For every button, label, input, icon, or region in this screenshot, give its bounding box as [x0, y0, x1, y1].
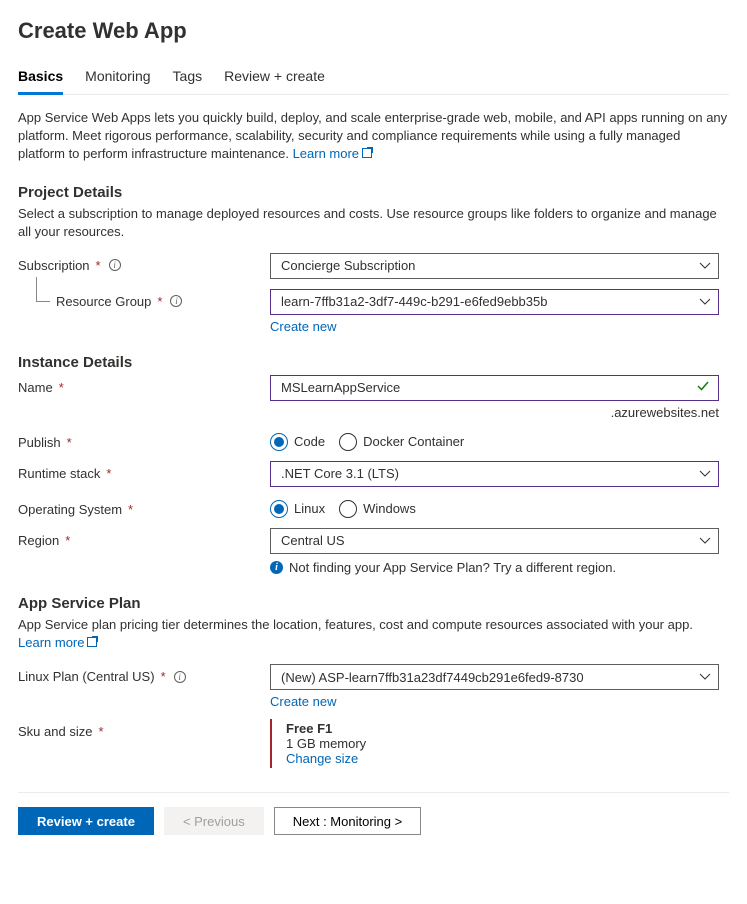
section-project-title: Project Details — [18, 184, 729, 201]
sku-memory: 1 GB memory — [286, 736, 729, 751]
tabs: Basics Monitoring Tags Review + create — [18, 62, 729, 95]
learn-more-link[interactable]: Learn more — [293, 146, 372, 161]
publish-code-label: Code — [294, 434, 325, 449]
intro-text: App Service Web Apps lets you quickly bu… — [18, 109, 729, 164]
next-button[interactable]: Next : Monitoring > — [274, 807, 421, 835]
publish-code-radio[interactable]: Code — [270, 433, 325, 451]
name-label: Name — [18, 380, 53, 395]
runtime-select[interactable]: .NET Core 3.1 (LTS) — [270, 461, 719, 487]
chevron-down-icon — [699, 535, 711, 547]
resource-group-value: learn-7ffb31a2-3df7-449c-b291-e6fed9ebb3… — [281, 294, 547, 309]
check-icon — [696, 379, 710, 396]
subscription-value: Concierge Subscription — [281, 258, 415, 273]
name-input[interactable]: MSLearnAppService — [270, 375, 719, 401]
page-title: Create Web App — [18, 18, 729, 44]
plan-create-new-link[interactable]: Create new — [270, 694, 336, 709]
required-icon: * — [128, 502, 133, 517]
previous-button: < Previous — [164, 807, 264, 835]
required-icon: * — [161, 669, 166, 684]
change-size-link[interactable]: Change size — [286, 751, 358, 766]
sku-box: Free F1 1 GB memory Change size — [270, 719, 729, 768]
required-icon: * — [59, 380, 64, 395]
required-icon: * — [96, 258, 101, 273]
external-link-icon — [87, 637, 97, 647]
runtime-label: Runtime stack — [18, 466, 100, 481]
rg-create-new-link[interactable]: Create new — [270, 319, 336, 334]
info-icon[interactable]: i — [170, 295, 182, 307]
region-select[interactable]: Central US — [270, 528, 719, 554]
os-windows-label: Windows — [363, 501, 416, 516]
region-value: Central US — [281, 533, 345, 548]
tab-basics[interactable]: Basics — [18, 62, 63, 95]
publish-docker-radio[interactable]: Docker Container — [339, 433, 464, 451]
plan-desc-text: App Service plan pricing tier determines… — [18, 617, 693, 632]
required-icon: * — [106, 466, 111, 481]
resource-group-select[interactable]: learn-7ffb31a2-3df7-449c-b291-e6fed9ebb3… — [270, 289, 719, 315]
chevron-down-icon — [699, 296, 711, 308]
runtime-value: .NET Core 3.1 (LTS) — [281, 466, 399, 481]
tab-review-create[interactable]: Review + create — [224, 62, 325, 94]
linux-plan-value: (New) ASP-learn7ffb31a23df7449cb291e6fed… — [281, 670, 584, 685]
region-label: Region — [18, 533, 59, 548]
sku-name: Free F1 — [286, 721, 729, 736]
section-project-desc: Select a subscription to manage deployed… — [18, 205, 729, 241]
required-icon: * — [98, 724, 103, 739]
linux-plan-select[interactable]: (New) ASP-learn7ffb31a23df7449cb291e6fed… — [270, 664, 719, 690]
external-link-icon — [362, 148, 372, 158]
publish-docker-label: Docker Container — [363, 434, 464, 449]
tab-tags[interactable]: Tags — [173, 62, 203, 94]
tab-monitoring[interactable]: Monitoring — [85, 62, 150, 94]
name-suffix: .azurewebsites.net — [270, 405, 719, 420]
region-note: Not finding your App Service Plan? Try a… — [289, 560, 616, 575]
os-linux-radio[interactable]: Linux — [270, 500, 325, 518]
required-icon: * — [65, 533, 70, 548]
intro-text-body: App Service Web Apps lets you quickly bu… — [18, 110, 727, 161]
plan-learn-more-link[interactable]: Learn more — [18, 635, 97, 650]
chevron-down-icon — [699, 468, 711, 480]
section-instance-title: Instance Details — [18, 354, 729, 371]
info-icon[interactable]: i — [109, 259, 121, 271]
os-label: Operating System — [18, 502, 122, 517]
subscription-label: Subscription — [18, 258, 90, 273]
required-icon: * — [157, 294, 162, 309]
resource-group-label: Resource Group — [56, 294, 151, 309]
os-linux-label: Linux — [294, 501, 325, 516]
section-plan-desc: App Service plan pricing tier determines… — [18, 616, 729, 652]
chevron-down-icon — [699, 671, 711, 683]
publish-label: Publish — [18, 435, 61, 450]
os-windows-radio[interactable]: Windows — [339, 500, 416, 518]
sku-label: Sku and size — [18, 724, 92, 739]
chevron-down-icon — [699, 260, 711, 272]
review-create-button[interactable]: Review + create — [18, 807, 154, 835]
info-icon[interactable]: i — [174, 671, 186, 683]
info-solid-icon: i — [270, 561, 283, 574]
required-icon: * — [67, 435, 72, 450]
section-plan-title: App Service Plan — [18, 595, 729, 612]
subscription-select[interactable]: Concierge Subscription — [270, 253, 719, 279]
footer: Review + create < Previous Next : Monito… — [18, 792, 729, 849]
linux-plan-label: Linux Plan (Central US) — [18, 669, 155, 684]
name-value: MSLearnAppService — [281, 380, 400, 395]
